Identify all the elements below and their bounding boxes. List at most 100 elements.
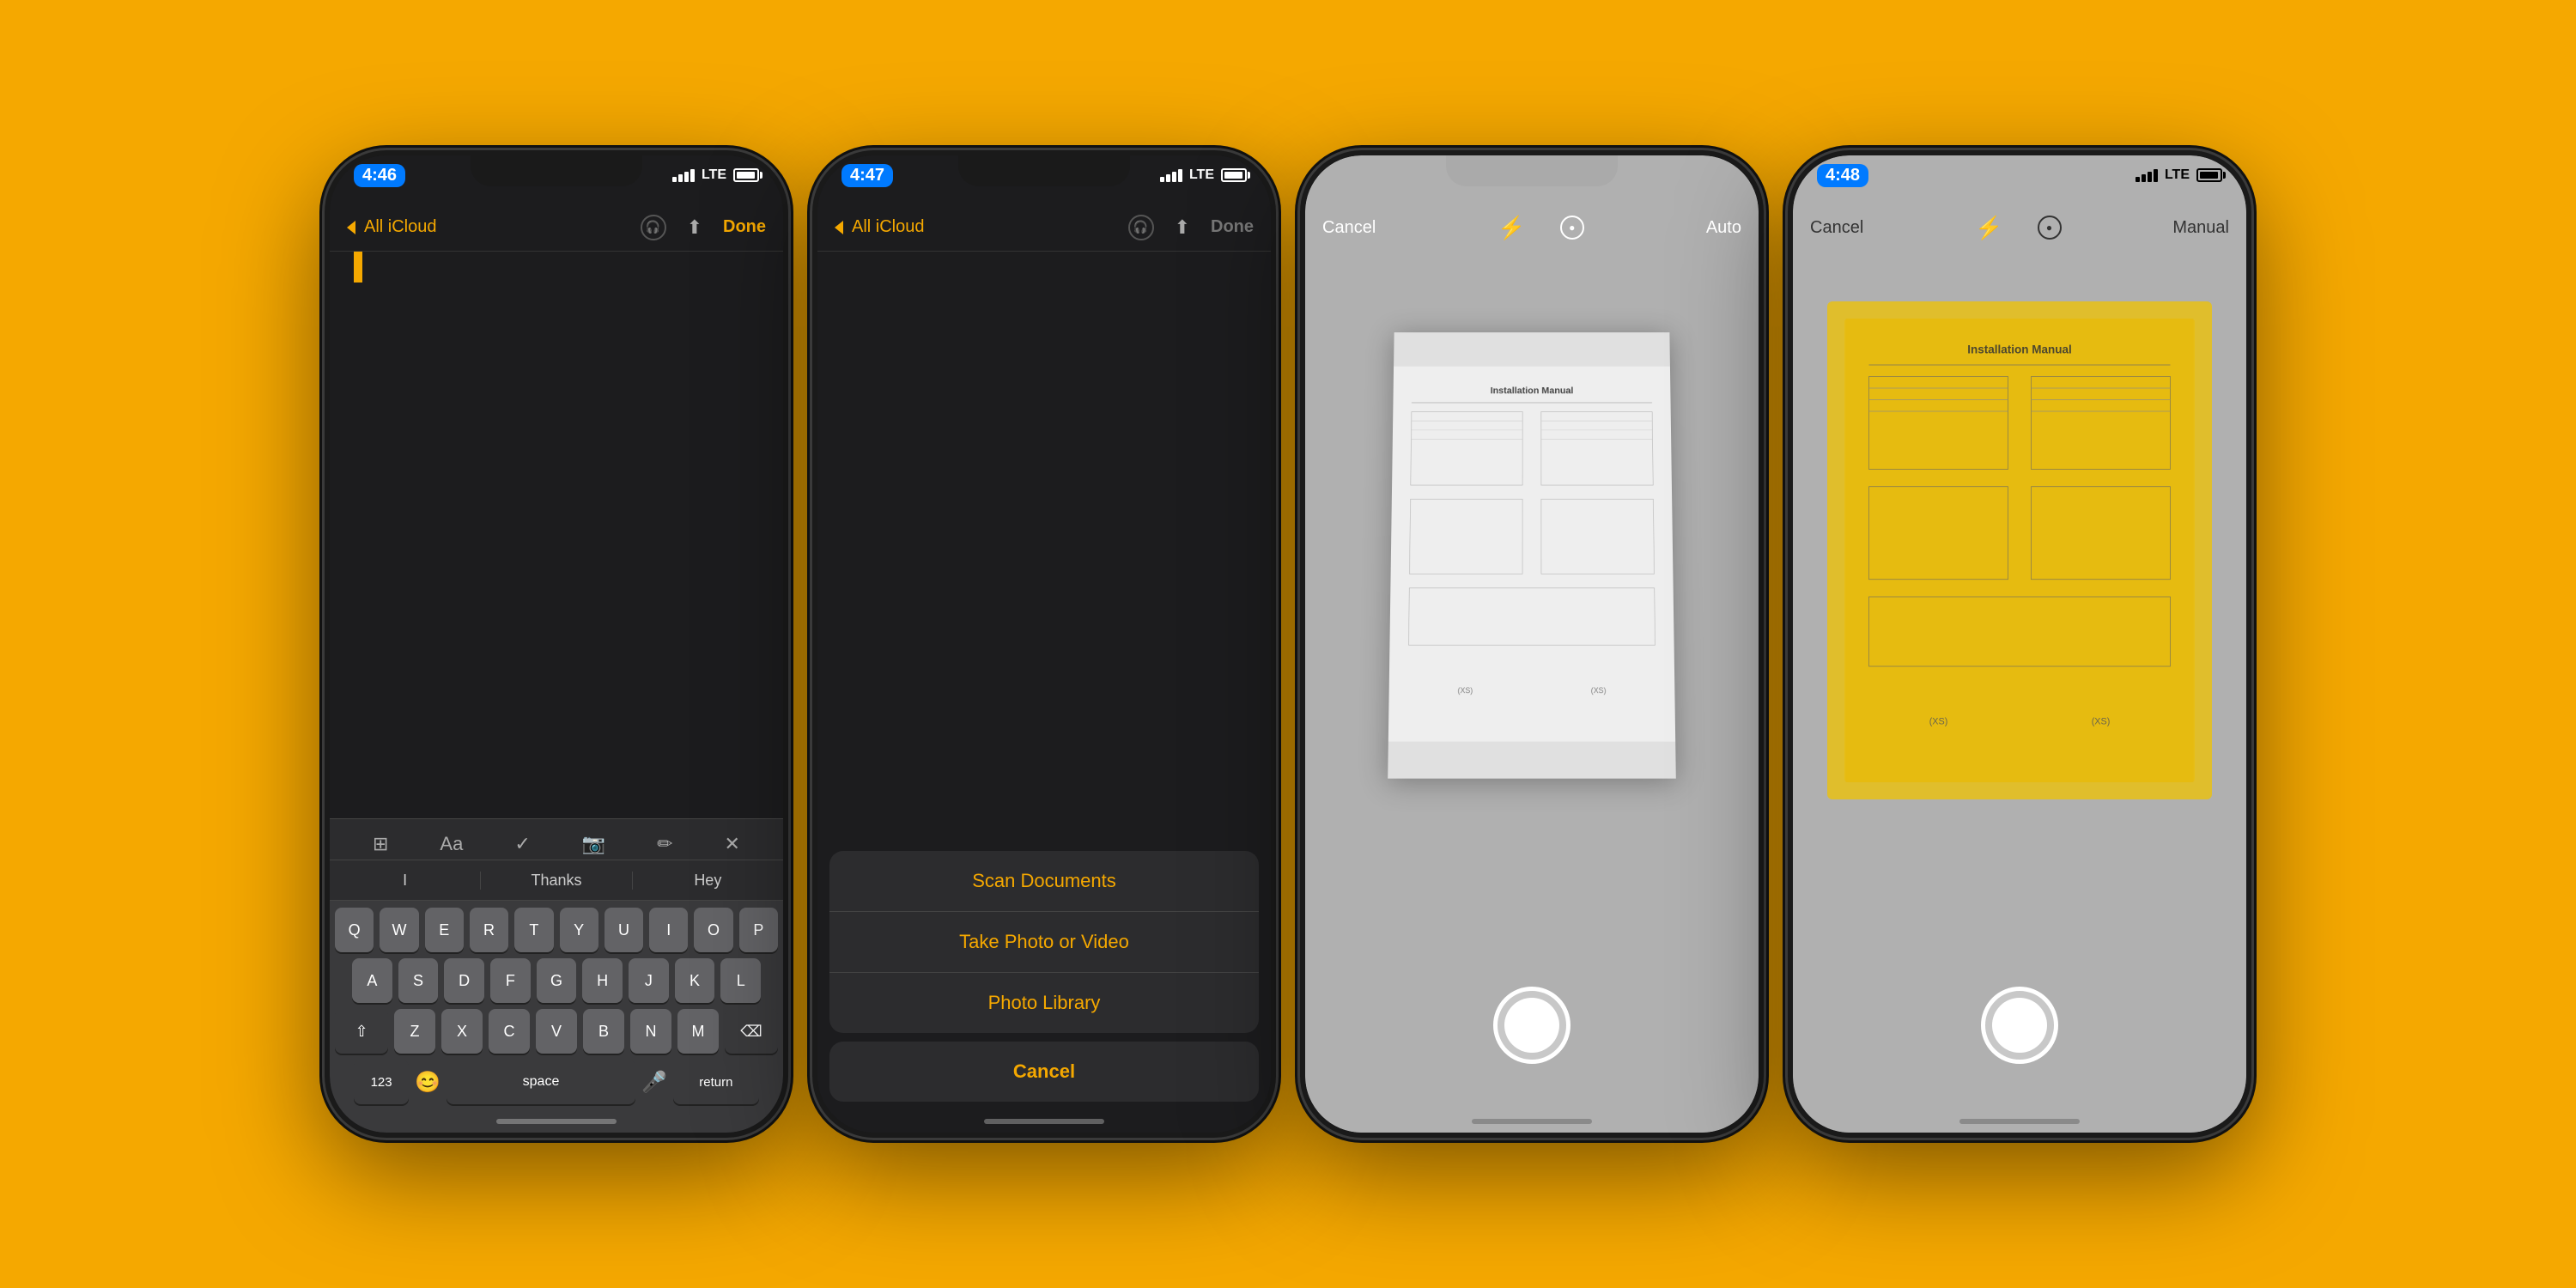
home-indicator-4 [1959, 1119, 2080, 1124]
key-t[interactable]: T [514, 908, 553, 952]
chevron-left-icon-2 [835, 221, 843, 234]
key-b[interactable]: B [583, 1009, 624, 1054]
key-o[interactable]: O [694, 908, 732, 952]
done-button-1[interactable]: Done [723, 217, 766, 237]
svg-text:(XS): (XS) [1457, 686, 1473, 695]
key-m[interactable]: M [677, 1009, 719, 1054]
numbers-key[interactable]: 123 [354, 1060, 409, 1104]
delete-key[interactable]: ⌫ [725, 1009, 778, 1054]
camera-nav-4: Cancel ⚡ ● Manual [1793, 204, 2246, 252]
flash-mode-icon-4[interactable]: ● [2038, 216, 2062, 240]
key-y[interactable]: Y [560, 908, 598, 952]
key-k[interactable]: K [675, 958, 715, 1003]
key-l[interactable]: L [720, 958, 761, 1003]
key-r[interactable]: R [470, 908, 508, 952]
flash-icon-3[interactable]: ⚡ [1498, 215, 1525, 241]
shutter-button-4[interactable] [1981, 987, 2058, 1064]
key-q[interactable]: Q [335, 908, 374, 952]
notch [471, 155, 642, 186]
phone-1: 4:46 LTE [325, 150, 788, 1138]
return-key[interactable]: return [673, 1060, 759, 1104]
key-c[interactable]: C [489, 1009, 530, 1054]
notes-nav-2: All iCloud 🎧 ⬆ Done [817, 204, 1271, 252]
camera-nav-3: Cancel ⚡ ● Auto [1305, 204, 1759, 252]
key-j[interactable]: J [629, 958, 669, 1003]
battery-icon [733, 168, 759, 182]
flash-icon-4[interactable]: ⚡ [1975, 215, 2002, 241]
key-g[interactable]: G [537, 958, 577, 1003]
share-icon-2[interactable]: ⬆ [1175, 216, 1190, 239]
checklist-icon[interactable]: ✓ [514, 833, 530, 855]
nav-icons: 🎧 ⬆ Done [641, 215, 766, 240]
cancel-button-4[interactable]: Cancel [1810, 218, 1863, 238]
share-icon[interactable]: ⬆ [687, 216, 702, 239]
key-f[interactable]: F [490, 958, 531, 1003]
status-icons-1: LTE [672, 164, 759, 183]
camera-icon[interactable]: 📷 [582, 833, 605, 855]
svg-text:(XS): (XS) [1591, 686, 1607, 695]
keyboard: Q W E R T Y U I O P A S D [330, 901, 783, 1133]
phone-3-inner: Installation Manual [1305, 155, 1759, 1133]
take-photo-action[interactable]: Take Photo or Video [829, 912, 1259, 973]
cancel-button-3[interactable]: Cancel [1322, 218, 1376, 238]
headphone-icon-2[interactable]: 🎧 [1128, 215, 1154, 240]
shift-key[interactable]: ⇧ [335, 1009, 388, 1054]
pred-item-1[interactable]: I [330, 872, 481, 890]
pred-item-3[interactable]: Hey [633, 872, 783, 890]
home-indicator-2 [984, 1119, 1104, 1124]
document-svg-yellow: Installation Manual [1844, 319, 2195, 782]
format-icon[interactable]: Aa [440, 833, 463, 855]
manual-mode-label[interactable]: Manual [2172, 218, 2229, 238]
space-key[interactable]: space [447, 1060, 635, 1104]
back-label-2: All iCloud [852, 217, 924, 237]
scan-documents-action[interactable]: Scan Documents [829, 851, 1259, 912]
notch-2 [958, 155, 1130, 186]
network-type-2: LTE [1189, 167, 1214, 183]
photo-library-action[interactable]: Photo Library [829, 973, 1259, 1033]
phone-3-screen: Installation Manual [1305, 155, 1759, 1133]
pen-icon[interactable]: ✏ [657, 833, 672, 855]
svg-text:Installation Manual: Installation Manual [1491, 386, 1574, 397]
key-h[interactable]: H [582, 958, 623, 1003]
key-u[interactable]: U [605, 908, 643, 952]
back-label-1: All iCloud [364, 217, 436, 237]
key-i[interactable]: I [649, 908, 688, 952]
key-row-1: Q W E R T Y U I O P [335, 908, 778, 952]
notch-3 [1446, 155, 1618, 186]
notes-nav-1: All iCloud 🎧 ⬆ Done [330, 204, 783, 252]
close-icon[interactable]: ✕ [725, 833, 740, 855]
svg-text:Installation Manual: Installation Manual [1967, 343, 2072, 356]
key-s[interactable]: S [398, 958, 439, 1003]
shutter-button-3[interactable] [1493, 987, 1571, 1064]
key-w[interactable]: W [380, 908, 418, 952]
key-row-4: 123 😊 space 🎤 return [335, 1060, 778, 1104]
emoji-key[interactable]: 😊 [415, 1060, 440, 1104]
key-v[interactable]: V [536, 1009, 577, 1054]
key-p[interactable]: P [739, 908, 778, 952]
phones-container: 4:46 LTE [273, 99, 2303, 1189]
cancel-action[interactable]: Cancel [829, 1042, 1259, 1102]
mic-key[interactable]: 🎤 [641, 1060, 667, 1104]
back-button-1[interactable]: All iCloud [347, 217, 436, 237]
key-z[interactable]: Z [394, 1009, 435, 1054]
headphone-icon[interactable]: 🎧 [641, 215, 666, 240]
key-d[interactable]: D [444, 958, 484, 1003]
key-n[interactable]: N [630, 1009, 671, 1054]
key-row-2: A S D F G H J K L [335, 958, 778, 1003]
time-display-4: 4:48 [1817, 164, 1868, 187]
phone-2-inner: 4:47 LTE [817, 155, 1271, 1133]
key-x[interactable]: X [441, 1009, 483, 1054]
document-yellow-overlay: Installation Manual [1827, 301, 2212, 799]
phone-4-screen: 4:48 LTE [1793, 155, 2246, 1133]
auto-mode-label[interactable]: Auto [1706, 218, 1741, 238]
back-button-2[interactable]: All iCloud [835, 217, 924, 237]
notch-4 [1934, 155, 2105, 186]
key-e[interactable]: E [425, 908, 464, 952]
flash-mode-icon[interactable]: ● [1560, 216, 1584, 240]
predictive-bar: I Thanks Hey [330, 860, 783, 901]
done-button-2[interactable]: Done [1211, 217, 1254, 237]
text-cursor [354, 252, 362, 283]
pred-item-2[interactable]: Thanks [481, 872, 632, 890]
table-icon[interactable]: ⊞ [373, 833, 388, 855]
key-a[interactable]: A [352, 958, 392, 1003]
